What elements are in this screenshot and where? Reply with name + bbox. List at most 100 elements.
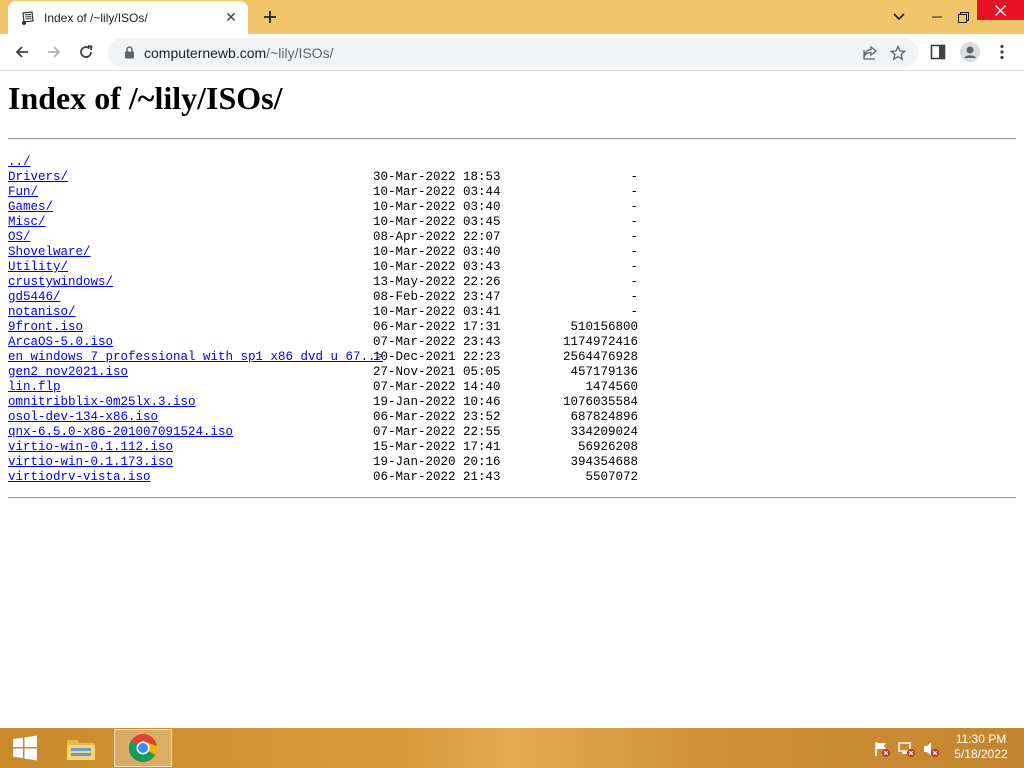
entry-size: 687824896 [570,410,638,424]
entry-link[interactable]: virtiodrv-vista.iso [8,470,151,484]
chrome-taskbar-button[interactable] [114,729,172,767]
action-center-flag-icon[interactable] [873,740,891,758]
entry-date: 06-Mar-2022 17:31 [373,320,501,334]
tab-close-icon[interactable]: ✕ [222,9,240,27]
entry-link[interactable]: en_windows_7_professional_with_sp1_x86_d… [8,350,383,364]
entry-link[interactable]: omnitribblix-0m25lx.3.iso [8,395,196,409]
kebab-menu-icon [1000,44,1004,60]
entry-size: - [630,230,638,244]
reload-icon [80,45,93,58]
entry-link[interactable]: Shovelware/ [8,245,91,259]
listing-row: lin.flp 07-Mar-2022 14:40 1474560 [8,380,1016,395]
restore-icon [957,11,969,23]
reload-button[interactable] [72,38,100,66]
restore-button[interactable] [950,0,976,34]
url-text[interactable]: computernewb.com/~lily/ISOs/ [144,45,856,61]
minimize-button[interactable] [922,0,952,34]
entry-size: 1174972416 [562,335,638,349]
entry-size: - [630,215,638,229]
bookmark-star-icon[interactable] [884,39,912,67]
entry-link[interactable]: Fun/ [8,185,38,199]
new-tab-button[interactable] [258,6,282,28]
entry-link[interactable]: gen2_nov2021.iso [8,365,128,379]
tab-search-button[interactable] [886,0,912,34]
entry-date: 10-Mar-2022 03:44 [373,185,501,199]
chevron-down-icon [893,13,905,21]
entry-link[interactable]: gd5446/ [8,290,61,304]
file-server-icon [20,10,36,26]
volume-muted-icon[interactable] [922,740,940,758]
network-icon[interactable] [898,740,916,758]
listing-row: Utility/10-Mar-2022 03:43 - [8,260,1016,275]
listing-row: OS/08-Apr-2022 22:07 - [8,230,1016,245]
entry-size: 1076035584 [562,395,638,409]
entry-link[interactable]: osol-dev-134-x86.iso [8,410,158,424]
entry-date: 13-May-2022 22:26 [373,275,501,289]
lock-icon[interactable] [122,46,136,60]
entry-size: 5507072 [585,470,638,484]
entry-size: 2564476928 [562,350,638,364]
listing-row: virtio-win-0.1.173.iso 19-Jan-2020 20:16 3… [8,455,1016,470]
back-button[interactable] [8,38,36,66]
entry-size: - [630,275,638,289]
side-panel-button[interactable] [924,38,952,66]
entry-date: 19-Jan-2020 20:16 [373,455,501,469]
entry-link[interactable]: virtio-win-0.1.112.iso [8,440,173,454]
entry-link[interactable]: ArcaOS-5.0.iso [8,335,113,349]
entry-link[interactable]: 9front.iso [8,320,83,334]
entry-size: - [630,170,638,184]
entry-date: 06-Mar-2022 23:52 [373,410,501,424]
profile-button[interactable] [956,38,984,66]
listing-row: Misc/10-Mar-2022 03:45 - [8,215,1016,230]
listing-row: 9front.iso 06-Mar-2022 17:31 510156800 [8,320,1016,335]
entry-link[interactable]: Games/ [8,200,53,214]
address-bar[interactable]: computernewb.com/~lily/ISOs/ [108,38,918,67]
browser-toolbar: computernewb.com/~lily/ISOs/ [0,34,1024,71]
clock-time: 11:30 PM [955,732,1007,746]
browser-tab[interactable]: Index of /~lily/ISOs/ ✕ [8,1,248,34]
entry-link[interactable]: notaniso/ [8,305,76,319]
side-panel-icon [930,44,946,60]
start-button[interactable] [0,728,50,768]
entry-link[interactable]: lin.flp [8,380,61,394]
entry-date: 19-Jan-2022 10:46 [373,395,501,409]
entry-link[interactable]: qnx-6.5.0-x86-201007091524.iso [8,425,233,439]
file-explorer-taskbar-button[interactable] [58,729,104,767]
parent-row: ../ [8,155,1016,170]
entry-date: 07-Mar-2022 23:43 [373,335,501,349]
listing-row: crustywindows/13-May-2022 22:26 - [8,275,1016,290]
entry-link[interactable]: Utility/ [8,260,68,274]
listing-row: gen2_nov2021.iso 27-Nov-2021 05:05 4571791… [8,365,1016,380]
menu-button[interactable] [988,38,1016,66]
url-host: computernewb.com [144,44,267,61]
entry-date: 10-Mar-2022 03:40 [373,200,501,214]
listing-row: Games/10-Mar-2022 03:40 - [8,200,1016,215]
close-window-button[interactable] [977,0,1024,20]
listing-row: virtiodrv-vista.iso 06-Mar-2022 21:43 5507… [8,470,1016,485]
entry-size: 457179136 [570,365,638,379]
entry-link[interactable]: Drivers/ [8,170,68,184]
entry-size: - [630,260,638,274]
chrome-icon [129,734,158,762]
entry-date: 08-Feb-2022 23:47 [373,290,501,304]
share-icon[interactable] [856,39,884,67]
entry-date: 10-Dec-2021 22:23 [373,350,501,364]
taskbar-clock[interactable]: 11:30 PM 5/18/2022 [948,732,1014,766]
entry-date: 15-Mar-2022 17:41 [373,440,501,454]
entry-size: 1474560 [585,380,638,394]
forward-button[interactable] [40,38,68,66]
listing-row: Drivers/30-Mar-2022 18:53 - [8,170,1016,185]
entry-size: 56926208 [577,440,638,454]
entry-link[interactable]: crustywindows/ [8,275,113,289]
entry-date: 07-Mar-2022 14:40 [373,380,501,394]
entry-link[interactable]: virtio-win-0.1.173.iso [8,455,173,469]
listing-row: omnitribblix-0m25lx.3.iso 19-Jan-2022 10:… [8,395,1016,410]
parent-directory-link[interactable]: ../ [8,155,31,169]
bottom-divider [8,497,1016,499]
entry-size: - [630,185,638,199]
entry-link[interactable]: Misc/ [8,215,46,229]
entry-link[interactable]: OS/ [8,230,31,244]
taskbar: 11:30 PM 5/18/2022 [0,728,1024,768]
entry-date: 10-Mar-2022 03:41 [373,305,501,319]
entry-date: 10-Mar-2022 03:43 [373,260,501,274]
